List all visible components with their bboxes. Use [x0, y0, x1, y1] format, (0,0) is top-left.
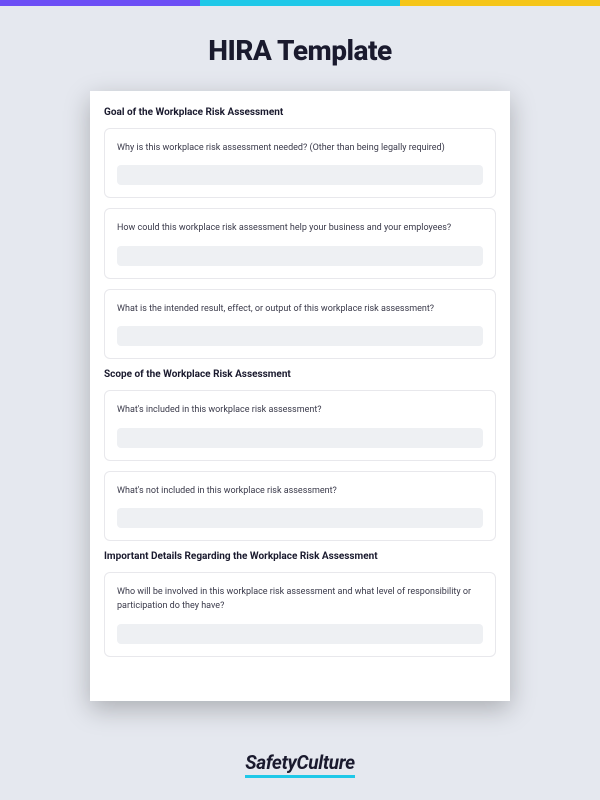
bar-segment-purple	[0, 0, 200, 6]
form-panel: Goal of the Workplace Risk Assessment Wh…	[90, 91, 510, 701]
question-text: Why is this workplace risk assessment ne…	[117, 141, 483, 155]
answer-input[interactable]	[117, 165, 483, 185]
answer-input[interactable]	[117, 246, 483, 266]
bar-segment-yellow	[400, 0, 600, 6]
question-block: What's included in this workplace risk a…	[104, 390, 496, 460]
question-text: What's included in this workplace risk a…	[117, 403, 483, 417]
section-header-goal: Goal of the Workplace Risk Assessment	[104, 107, 496, 118]
answer-input[interactable]	[117, 428, 483, 448]
section-header-scope: Scope of the Workplace Risk Assessment	[104, 369, 496, 380]
answer-input[interactable]	[117, 624, 483, 644]
question-block: Why is this workplace risk assessment ne…	[104, 128, 496, 198]
question-block: Who will be involved in this workplace r…	[104, 572, 496, 657]
bar-segment-cyan	[200, 0, 400, 6]
brand-footer: SafetyCulture	[0, 751, 600, 778]
question-text: Who will be involved in this workplace r…	[117, 585, 483, 614]
question-text: How could this workplace risk assessment…	[117, 221, 483, 235]
page-title: HIRA Template	[0, 34, 600, 67]
section-header-details: Important Details Regarding the Workplac…	[104, 551, 496, 562]
question-block: What's not included in this workplace ri…	[104, 471, 496, 541]
brand-logo: SafetyCulture	[245, 751, 355, 778]
answer-input[interactable]	[117, 508, 483, 528]
answer-input[interactable]	[117, 326, 483, 346]
question-text: What's not included in this workplace ri…	[117, 484, 483, 498]
question-block: What is the intended result, effect, or …	[104, 289, 496, 359]
question-text: What is the intended result, effect, or …	[117, 302, 483, 316]
accent-bar	[0, 0, 600, 6]
question-block: How could this workplace risk assessment…	[104, 208, 496, 278]
